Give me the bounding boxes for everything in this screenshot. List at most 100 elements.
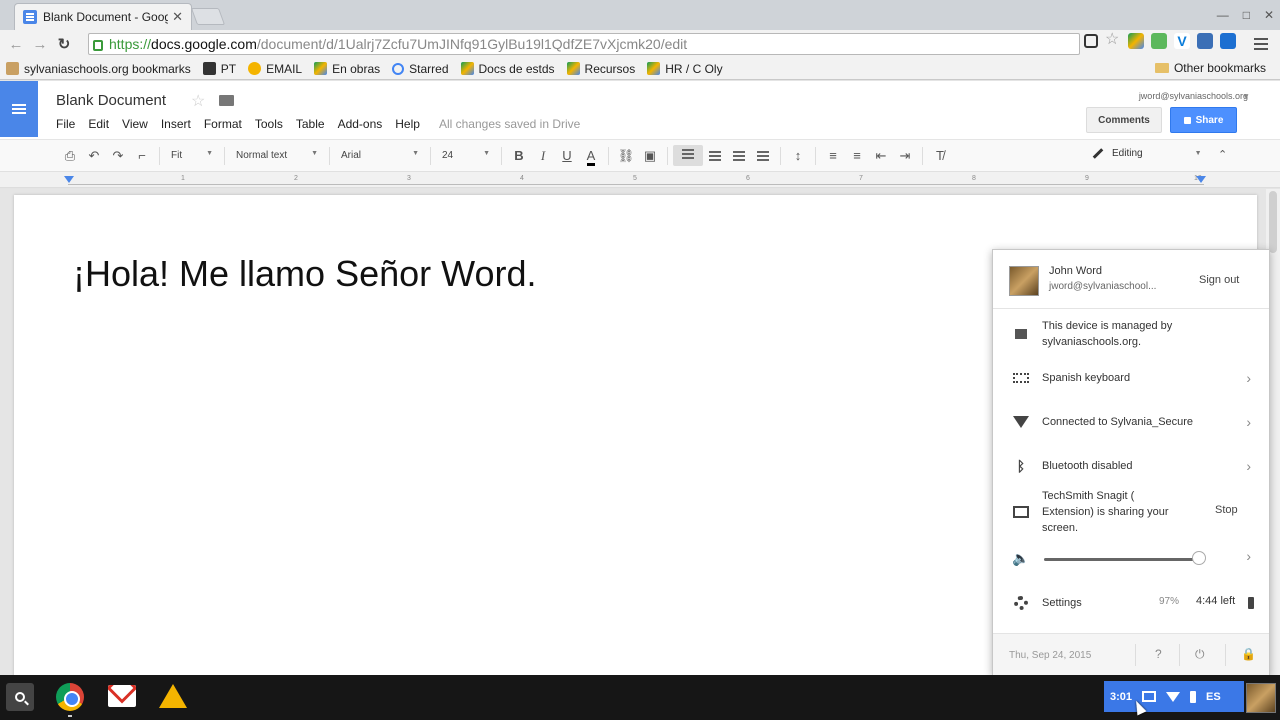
help-icon[interactable]: ?	[1155, 647, 1162, 661]
save-status[interactable]: All changes saved in Drive	[439, 117, 580, 131]
font-select[interactable]: Arial ▼	[335, 150, 425, 161]
decrease-indent-icon[interactable]: ⇤	[869, 148, 893, 164]
bookmark-docs-de-estds[interactable]: Docs de estds	[460, 62, 555, 76]
menu-view[interactable]: View	[122, 117, 148, 131]
menu-add-ons[interactable]: Add-ons	[338, 117, 383, 131]
launcher-search-icon[interactable]	[6, 683, 34, 711]
maximize-icon[interactable]: □	[1243, 8, 1250, 22]
cast-extension-icon[interactable]	[1084, 34, 1098, 48]
tab-blank-document[interactable]: Blank Document - Goog ✕	[14, 3, 192, 30]
numbered-list-icon[interactable]: ≡	[821, 148, 845, 163]
star-icon[interactable]: ☆	[191, 91, 205, 111]
style-select[interactable]: Normal text ▼	[230, 150, 324, 161]
chevron-right-icon[interactable]: ›	[1246, 548, 1251, 564]
power-icon[interactable]: ⏻	[1195, 647, 1205, 662]
email-icon	[248, 62, 262, 75]
reload-icon[interactable]: ↻	[52, 35, 76, 53]
docs-home-icon[interactable]	[0, 81, 38, 137]
document-title[interactable]: Blank Document	[56, 92, 166, 109]
bookmark-star-icon[interactable]: ☆	[1105, 32, 1121, 49]
redo-icon[interactable]: ↷	[106, 148, 130, 164]
toolbar-divider	[159, 146, 160, 165]
network-row[interactable]: Connected to Sylvania_Secure ›	[993, 412, 1269, 432]
drive-extension-icon[interactable]	[1128, 33, 1144, 49]
menu-table[interactable]: Table	[296, 117, 325, 131]
bold-button[interactable]: B	[507, 148, 531, 163]
bookmark-pt[interactable]: PT	[202, 62, 236, 76]
tray-date[interactable]: Thu, Sep 24, 2015	[1009, 650, 1091, 661]
bookmark-sylvaniaschools[interactable]: sylvaniaschools.org bookmarks	[6, 62, 191, 76]
menu-format[interactable]: Format	[204, 117, 242, 131]
bookmark-email[interactable]: EMAIL	[248, 62, 302, 76]
bookmark-recursos[interactable]: Recursos	[566, 62, 635, 76]
menu-file[interactable]: File	[56, 117, 75, 131]
right-indent-marker[interactable]	[1196, 176, 1206, 183]
align-justify-icon[interactable]	[757, 150, 769, 161]
zoom-select[interactable]: Fit ▼	[165, 150, 219, 161]
editing-mode-select[interactable]: Editing ▼	[1092, 148, 1202, 159]
v-extension-icon[interactable]: V	[1174, 33, 1190, 49]
insert-comment-icon[interactable]: ▣	[638, 148, 662, 164]
undo-icon[interactable]: ↶	[82, 148, 106, 164]
left-indent-marker[interactable]	[64, 176, 74, 183]
increase-indent-icon[interactable]: ⇥	[893, 148, 917, 164]
keyboard-row[interactable]: Spanish keyboard ›	[993, 368, 1269, 388]
share-button[interactable]: Share	[1170, 107, 1237, 133]
align-left-button[interactable]	[673, 145, 703, 166]
bluetooth-row[interactable]: ᛒ Bluetooth disabled ›	[993, 456, 1269, 476]
new-tab-button[interactable]	[190, 8, 226, 25]
move-to-folder-icon[interactable]	[219, 95, 234, 106]
bookmark-en-obras[interactable]: En obras	[314, 62, 380, 76]
align-center-icon[interactable]	[709, 150, 721, 161]
font-size-select[interactable]: 24 ▼	[436, 150, 496, 161]
drive-app-icon[interactable]	[159, 684, 187, 708]
bookmark-hr-c-oly[interactable]: HR / C Oly	[647, 62, 723, 76]
back-icon[interactable]: ←	[4, 36, 28, 53]
italic-button[interactable]: I	[531, 148, 555, 164]
insert-link-icon[interactable]: ⛓	[614, 148, 638, 164]
menu-tools[interactable]: Tools	[255, 117, 283, 131]
line-spacing-icon[interactable]: ↕	[786, 148, 810, 163]
close-window-icon[interactable]: ✕	[1264, 8, 1274, 22]
blue-extension-icon[interactable]	[1220, 33, 1236, 49]
status-area[interactable]: 3:01 ES	[1104, 681, 1244, 712]
gmail-app-icon[interactable]	[108, 685, 136, 707]
align-right-icon[interactable]	[733, 150, 745, 161]
lock-screen-icon[interactable]: 🔒	[1241, 647, 1256, 661]
comments-button[interactable]: Comments	[1086, 107, 1162, 133]
avatar[interactable]	[1246, 683, 1276, 713]
building-icon	[1013, 326, 1029, 342]
paint-format-icon[interactable]: ⌐	[130, 148, 154, 163]
forward-icon[interactable]: →	[28, 36, 52, 53]
stop-sharing-button[interactable]: Stop	[1215, 504, 1238, 516]
bulleted-list-icon[interactable]: ≡	[845, 148, 869, 163]
menu-insert[interactable]: Insert	[161, 117, 191, 131]
minimize-icon[interactable]: —	[1217, 8, 1229, 22]
sign-out-button[interactable]: Sign out	[1199, 274, 1239, 286]
document-body-text[interactable]: ¡Hola! Me llamo Señor Word.	[73, 253, 537, 295]
chrome-menu-icon[interactable]	[1254, 35, 1268, 53]
scrollbar-thumb[interactable]	[1269, 191, 1277, 253]
snagit-extension-icon[interactable]	[1197, 33, 1213, 49]
bookmark-starred[interactable]: Starred	[392, 62, 449, 76]
address-bar[interactable]: https://docs.google.com/document/d/1Ualr…	[88, 33, 1080, 55]
account-caret-icon[interactable]: ▼	[1242, 92, 1250, 101]
menu-edit[interactable]: Edit	[88, 117, 109, 131]
print-icon[interactable]: ⎙	[58, 148, 82, 164]
pen-extension-icon[interactable]	[1151, 33, 1167, 49]
underline-button[interactable]: U	[555, 148, 579, 163]
clear-formatting-icon[interactable]: T̸	[928, 148, 952, 163]
collapse-menus-icon[interactable]: ⌃	[1218, 148, 1227, 161]
system-tray-panel: John Word jword@sylvaniaschool... Sign o…	[992, 249, 1270, 675]
chrome-app-icon[interactable]	[56, 683, 84, 711]
account-email[interactable]: jword@sylvaniaschools.org	[1139, 91, 1248, 101]
volume-slider[interactable]	[1044, 558, 1204, 561]
volume-slider-handle[interactable]	[1192, 551, 1207, 565]
tab-close-icon[interactable]: ✕	[172, 9, 183, 25]
other-bookmarks[interactable]: Other bookmarks	[1154, 61, 1266, 75]
text-color-button[interactable]: A	[579, 148, 603, 166]
volume-icon[interactable]: 🔈	[1012, 550, 1029, 566]
toolbar-divider	[224, 146, 225, 165]
settings-row[interactable]: Settings 97% 4:44 left	[993, 594, 1269, 612]
menu-help[interactable]: Help	[395, 117, 420, 131]
